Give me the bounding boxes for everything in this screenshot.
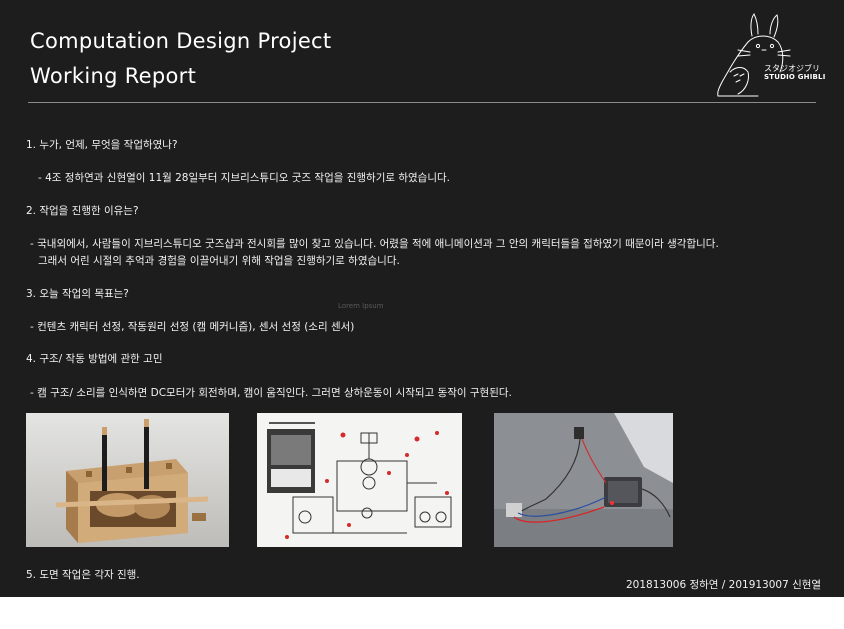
question-4: 4. 구조/ 작동 방법에 관한 고민 [26,353,163,365]
item-5: 5. 도면 작업은 각자 진행. [26,569,140,581]
question-3: 3. 오늘 작업의 목표는? [26,288,129,300]
photo-sketch [257,413,462,547]
report-subtitle: Working Report [30,64,197,88]
answer-4: - 캠 구조/ 소리를 인식하면 DC모터가 회전하며, 캠이 움직인다. 그러… [30,387,512,399]
header-divider [28,102,816,103]
answer-2-line-2: 그래서 어린 시절의 추억과 경험을 이끌어내기 위해 작업을 진행하기로 하였… [38,255,400,267]
question-1: 1. 누가, 언제, 무엇을 작업하였나? [26,139,178,151]
question-2: 2. 작업을 진행한 이유는? [26,205,139,217]
faint-placeholder-text: Lorem Ipsum [338,302,384,310]
answer-2-line-1: - 국내외에서, 사람들이 지브리스튜디오 굿즈샵과 전시회를 많이 찾고 있습… [30,238,719,250]
report-slide: Computation Design Project Working Repor… [0,0,844,597]
totoro-icon [717,13,791,97]
logo-text-en: STUDIO GHIBLI [764,73,826,81]
footer-authors: 201813006 정하연 / 201913007 신현열 [626,579,822,591]
photo-circuit [494,413,673,547]
answer-1: - 4조 정하연과 신현열이 11월 28일부터 지브리스튜디오 굿즈 작업을 … [38,172,451,184]
report-title: Computation Design Project [30,29,332,53]
photo-cam-box [26,413,229,547]
answer-3: - 컨텐츠 캐릭터 선정, 작동원리 선정 (캠 메커니즘), 센서 선정 (소… [30,321,355,333]
